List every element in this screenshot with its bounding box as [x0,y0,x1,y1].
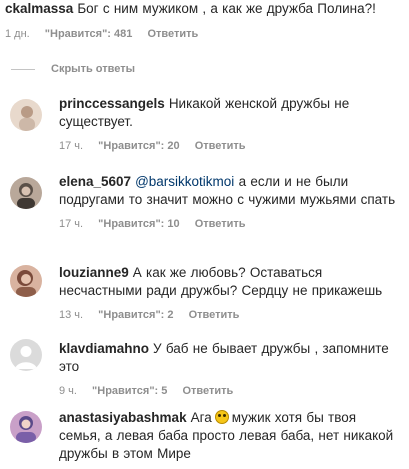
reply-button[interactable]: Ответить [195,140,246,152]
grimacing-face-icon [214,410,229,424]
reply-likes[interactable]: "Нравится": 10 [98,218,179,230]
reply-likes[interactable]: "Нравится": 2 [98,309,173,321]
comment-line: ckalmassa Бог с ним мужиком , а как же др… [5,0,405,18]
reply-button[interactable]: Ответить [182,385,233,397]
comment-text: Бог с ним мужиком , а как же дружба Поли… [77,1,376,16]
reply-meta: 9 ч. "Нравится": 5 Ответить [59,384,399,398]
reply-time[interactable]: 17 ч. [59,218,83,230]
reply-likes[interactable]: "Нравится": 5 [92,385,167,397]
reply-line: klavdiamahno У баб не бывает дружбы , зап… [59,340,399,376]
comment-likes[interactable]: "Нравится": 481 [45,28,133,40]
reply-meta: 17 ч. "Нравится": 10 Ответить [59,217,399,231]
reply-text-start: Ага [190,410,212,425]
reply-meta: 13 ч. "Нравится": 2 Ответить [59,308,399,322]
reply-line: princcessangels Никакой женской дружбы не… [59,95,399,131]
reply-time[interactable]: 17 ч. [59,140,83,152]
reply-username[interactable]: princcessangels [59,96,165,111]
reply-username[interactable]: louzianne9 [59,265,129,280]
reply-button[interactable]: Ответить [195,218,246,230]
reply-meta: 17 ч. "Нравится": 20 Ответить [59,139,399,153]
avatar[interactable] [10,411,42,443]
reply-username[interactable]: elena_5607 [59,174,131,189]
hide-replies-button[interactable]: Скрыть ответы [11,63,135,75]
top-comment: ckalmassa Бог с ним мужиком , а как же др… [5,0,405,40]
divider-dash [11,68,35,70]
avatar[interactable] [10,177,42,209]
mention-link[interactable]: @barsikkotikmoi [135,174,234,189]
reply-username[interactable]: anastasiyabashmak [59,410,187,425]
reply-line: elena_5607 @barsikkotikmoi а если и не бы… [59,173,399,209]
comment-time[interactable]: 1 дн. [5,28,30,40]
comment-username[interactable]: ckalmassa [5,1,73,16]
hide-replies-label: Скрыть ответы [51,63,135,75]
avatar[interactable] [10,265,42,297]
reply-button[interactable]: Ответить [147,28,198,40]
reply-line: anastasiyabashmak Ага мужик хотя бы твоя с… [59,409,399,463]
avatar[interactable] [10,99,42,131]
reply-username[interactable]: klavdiamahno [59,341,149,356]
reply-button[interactable]: Ответить [189,309,240,321]
reply-time[interactable]: 9 ч. [59,385,77,397]
comment-meta: 1 дн. "Нравится": 481 Ответить [5,27,210,41]
reply-likes[interactable]: "Нравится": 20 [98,140,179,152]
reply-time[interactable]: 13 ч. [59,309,83,321]
reply-line: louzianne9 А как же любовь? Оставаться не… [59,264,399,300]
default-avatar-icon[interactable] [10,339,42,371]
